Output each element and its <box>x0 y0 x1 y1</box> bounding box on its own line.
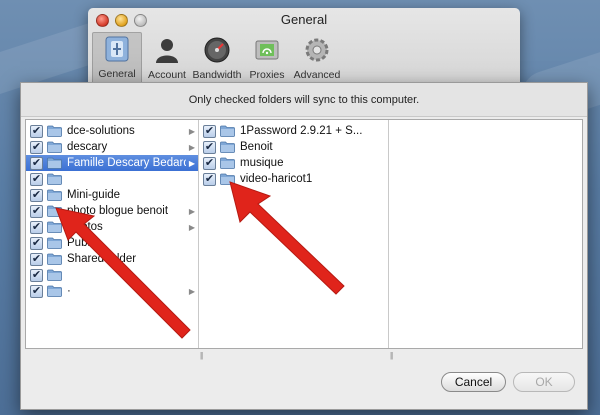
toolbar-bandwidth[interactable]: Bandwidth <box>192 32 242 84</box>
folder-icon <box>220 125 235 137</box>
selective-sync-sheet: Only checked folders will sync to this c… <box>20 82 588 410</box>
folder-icon <box>47 173 62 185</box>
folder-label: descary <box>67 141 108 153</box>
advanced-icon <box>301 34 333 66</box>
disclosure-arrow-icon: ▶ <box>188 158 196 168</box>
toolbar-general[interactable]: General <box>92 32 142 84</box>
disclosure-arrow-icon: ▶ <box>188 286 196 296</box>
info-bar: Only checked folders will sync to this c… <box>21 83 587 117</box>
folder-row[interactable]: ✔ dce-solutions ▶ <box>26 123 198 139</box>
column-3-footer: || <box>388 349 581 363</box>
folder-label: 1Password 2.9.21 + S... <box>240 125 363 137</box>
folder-icon <box>47 205 62 217</box>
disclosure-arrow-icon: ▶ <box>188 142 196 152</box>
toolbar-bandwidth-label: Bandwidth <box>192 69 242 81</box>
folder-row[interactable]: ✔ · ▶ <box>26 283 198 299</box>
folder-label: Mini-guide <box>67 189 121 201</box>
toolbar-advanced-label: Advanced <box>293 69 341 81</box>
folder-row[interactable]: ✔ <box>26 171 198 187</box>
folder-row[interactable]: ✔ Mini-guide <box>26 187 198 203</box>
folder-icon <box>47 253 62 265</box>
folder-label: · <box>67 285 71 297</box>
disclosure-arrow-icon: ▶ <box>188 126 196 136</box>
folder-label: Shared folder <box>67 253 137 265</box>
folder-label: Benoit <box>240 141 273 153</box>
folder-icon <box>47 237 62 249</box>
folder-label: photo blogue benoit <box>67 205 169 217</box>
sync-checkbox[interactable]: ✔ <box>30 124 43 138</box>
toolbar-proxies[interactable]: Proxies <box>242 32 292 84</box>
folder-row[interactable]: ✔ Public <box>26 235 198 251</box>
folder-browser: ✔ dce-solutions ▶ ✔ descary ▶ ✔ Famille Descary… <box>25 119 583 349</box>
folder-row[interactable]: ✔ musique <box>199 155 388 171</box>
sync-checkbox[interactable]: ✔ <box>30 156 43 170</box>
folder-label: Famille Descary Bedard <box>67 157 186 169</box>
folder-icon <box>47 141 62 153</box>
ok-button[interactable]: OK <box>513 372 575 392</box>
folder-label: Public <box>67 237 99 249</box>
window-title: General <box>280 12 328 27</box>
folder-column-2: ✔ 1Password 2.9.21 + S... ✔ Benoit ✔ musique ✔… <box>199 120 389 348</box>
folder-icon <box>220 157 235 169</box>
folder-row[interactable]: ✔ Benoit <box>199 139 388 155</box>
folder-row[interactable]: ✔ Famille Descary Bedard ▶ <box>26 155 198 171</box>
folder-column-1: ✔ dce-solutions ▶ ✔ descary ▶ ✔ Famille Descary… <box>26 120 199 348</box>
folder-icon <box>220 141 235 153</box>
folder-icon <box>47 125 62 137</box>
disclosure-arrow-icon: ▶ <box>188 206 196 216</box>
folder-row[interactable]: ✔ descary ▶ <box>26 139 198 155</box>
folder-label: video-haricot1 <box>240 173 313 185</box>
folder-label: dce-solutions <box>67 125 135 137</box>
proxies-icon <box>251 34 283 66</box>
account-icon <box>151 34 183 66</box>
general-icon <box>101 33 133 65</box>
sync-checkbox[interactable]: ✔ <box>30 204 43 218</box>
folder-icon <box>47 189 62 201</box>
sync-checkbox[interactable]: ✔ <box>30 188 43 202</box>
folder-row[interactable]: ✔ photo blogue benoit ▶ <box>26 203 198 219</box>
disclosure-arrow-icon: ▶ <box>188 222 196 232</box>
folder-row[interactable]: ✔ Shared folder <box>26 251 198 267</box>
bandwidth-icon <box>201 34 233 66</box>
folder-row[interactable]: ✔ video-haricot1 <box>199 171 388 187</box>
sync-checkbox[interactable]: ✔ <box>203 156 216 170</box>
folder-icon <box>220 173 235 185</box>
folder-label: musique <box>240 157 284 169</box>
sync-checkbox[interactable]: ✔ <box>203 172 216 186</box>
folder-icon <box>47 285 62 297</box>
sync-checkbox[interactable]: ✔ <box>30 252 43 266</box>
sync-checkbox[interactable]: ✔ <box>30 172 43 186</box>
folder-row[interactable]: ✔ <box>26 267 198 283</box>
toolbar-account-label: Account <box>148 69 186 81</box>
column-resize-bar: || || <box>25 349 583 363</box>
toolbar-general-label: General <box>98 68 136 80</box>
sync-checkbox[interactable]: ✔ <box>30 268 43 282</box>
folder-icon <box>47 157 62 169</box>
column-1-footer <box>25 349 198 363</box>
sync-checkbox[interactable]: ✔ <box>203 140 216 154</box>
column-resize-grip[interactable]: || <box>200 351 203 360</box>
column-resize-grip[interactable]: || <box>390 351 393 360</box>
toolbar-advanced[interactable]: Advanced <box>292 32 342 84</box>
folder-icon <box>47 269 62 281</box>
sync-checkbox[interactable]: ✔ <box>203 124 216 138</box>
sync-checkbox[interactable]: ✔ <box>30 140 43 154</box>
toolbar-proxies-label: Proxies <box>249 69 285 81</box>
cancel-button[interactable]: Cancel <box>441 372 506 392</box>
info-text: Only checked folders will sync to this c… <box>188 94 420 106</box>
column-2-footer: || <box>198 349 388 363</box>
folder-label: Photos <box>67 221 103 233</box>
sync-checkbox[interactable]: ✔ <box>30 220 43 234</box>
folder-icon <box>47 221 62 233</box>
toolbar-account[interactable]: Account <box>142 32 192 84</box>
folder-row[interactable]: ✔ Photos ▶ <box>26 219 198 235</box>
sync-checkbox[interactable]: ✔ <box>30 284 43 298</box>
folder-column-3 <box>389 120 582 348</box>
folder-row[interactable]: ✔ 1Password 2.9.21 + S... <box>199 123 388 139</box>
sync-checkbox[interactable]: ✔ <box>30 236 43 250</box>
